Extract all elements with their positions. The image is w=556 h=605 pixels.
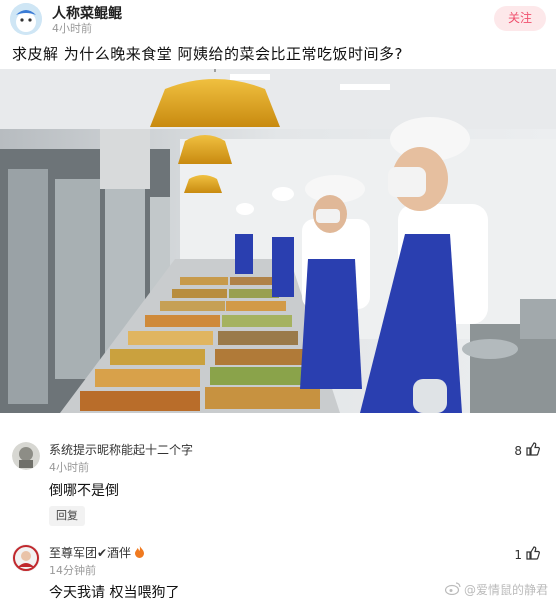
weibo-icon: [444, 581, 461, 598]
comment-time: 14分钟前: [49, 564, 96, 577]
like-button[interactable]: 1: [514, 546, 540, 563]
follow-button[interactable]: 关注: [494, 6, 546, 31]
watermark: @爱情鼠的静君: [444, 581, 548, 598]
thumbs-up-icon: [526, 442, 540, 459]
reply-button[interactable]: 回复: [49, 506, 85, 526]
comment-time: 4小时前: [49, 461, 89, 474]
commenter-name-text: 至尊军团✔酒伴: [49, 546, 132, 560]
like-button[interactable]: 8: [514, 442, 540, 459]
comment-text: 倒哪不是倒: [49, 483, 119, 499]
comment-text: 今天我请 权当喂狗了: [49, 585, 180, 601]
author-avatar[interactable]: [10, 3, 42, 35]
post-image[interactable]: [0, 69, 556, 413]
post-header: 人称菜鲲鲲 4小时前 关注: [0, 0, 556, 38]
commenter-name[interactable]: 系统提示昵称能起十二个字: [49, 441, 193, 458]
commenter-avatar[interactable]: [12, 544, 40, 572]
post-title: 求皮解 为什么晚来食堂 阿姨给的菜会比正常吃饭时间多?: [12, 45, 404, 63]
thumbs-up-icon: [526, 546, 540, 563]
commenter-name[interactable]: 至尊军团✔酒伴: [49, 544, 145, 561]
like-count: 1: [514, 547, 522, 562]
comment-item: 系统提示昵称能起十二个字 4小时前 8 倒哪不是倒 回复: [0, 430, 556, 530]
like-count: 8: [514, 443, 522, 458]
post-time: 4小时前: [52, 22, 92, 35]
commenter-avatar[interactable]: [12, 442, 40, 470]
fire-icon: [134, 544, 145, 561]
watermark-text: @爱情鼠的静君: [463, 583, 548, 597]
